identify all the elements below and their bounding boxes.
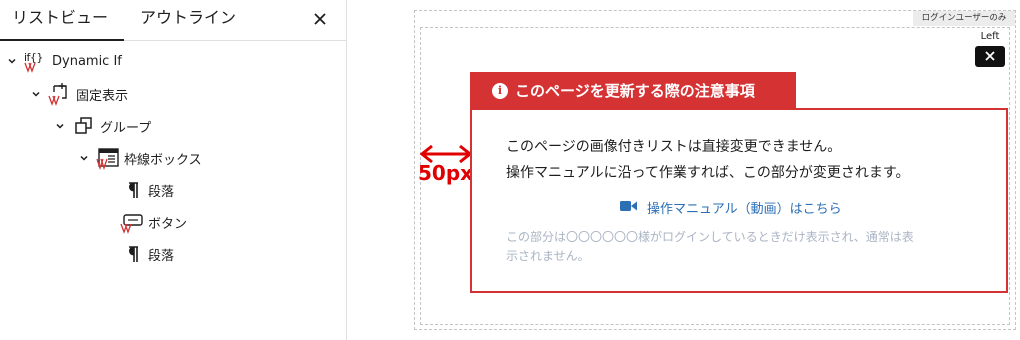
chevron-down-icon[interactable] <box>78 152 90 164</box>
close-icon[interactable] <box>310 9 330 29</box>
info-icon: i <box>492 82 508 99</box>
login-only-badge: ログインユーザーのみ <box>913 11 1015 26</box>
tree-item-group[interactable]: グループ <box>54 113 151 139</box>
list-view-panel: リストビュー アウトライン if{} Dynamic If 固定表示 グループ … <box>0 0 347 340</box>
video-camera-icon <box>620 200 637 216</box>
position-label: Left <box>980 31 1000 42</box>
manual-link-text: 操作マニュアル（動画）はこちら <box>647 202 842 217</box>
tree-item-bordered-box[interactable]: 枠線ボックス <box>78 145 202 171</box>
tree-item-label: 枠線ボックス <box>124 152 202 168</box>
tree-item-label: Dynamic If <box>52 53 122 69</box>
active-tab-indicator <box>0 39 124 41</box>
chevron-down-icon[interactable] <box>54 120 66 132</box>
tab-outline[interactable]: アウトライン <box>140 0 236 41</box>
login-only-note-line-1: この部分は〇〇〇〇〇〇様がログインしているときだけ表示され、通常は表 <box>506 230 914 244</box>
login-only-note-line-2: 示されません。 <box>506 249 590 263</box>
tree-item-paragraph[interactable]: 段落 <box>120 177 174 203</box>
tree-item-dynamic-if[interactable]: if{} Dynamic If <box>6 48 122 74</box>
spacing-label: 50px <box>418 161 474 185</box>
chevron-down-icon[interactable] <box>30 88 42 100</box>
bordered-box-icon <box>96 146 120 170</box>
panel-tabs: リストビュー アウトライン <box>0 0 346 41</box>
button-icon <box>120 210 144 234</box>
notice-title-bar: i このページを更新する際の注意事項 <box>470 72 796 109</box>
tree-item-label: グループ <box>100 120 152 136</box>
close-icon <box>984 47 996 66</box>
notice-box[interactable]: このページの画像付きリストは直接変更できません。 操作マニュアルに沿って作業すれ… <box>470 108 1008 293</box>
chevron-down-icon[interactable] <box>6 55 18 67</box>
group-icon <box>72 114 96 138</box>
tree-item-label: ボタン <box>148 216 188 232</box>
tree-item-paragraph[interactable]: 段落 <box>120 241 174 267</box>
tree-item-label: 段落 <box>148 184 175 200</box>
close-button[interactable] <box>975 46 1005 67</box>
dynamic-if-icon: if{} <box>24 49 48 73</box>
notice-text-line-2: 操作マニュアルに沿って作業すれば、この部分が変更されます。 <box>506 165 910 181</box>
paragraph-icon <box>120 178 144 202</box>
notice-title: このページを更新する際の注意事項 <box>515 82 755 100</box>
paragraph-icon <box>120 242 144 266</box>
tab-list-view[interactable]: リストビュー <box>12 0 108 41</box>
notice-text-line-1: このページの画像付きリストは直接変更できません。 <box>506 139 842 155</box>
tree-item-button[interactable]: ボタン <box>120 209 187 235</box>
fixed-display-icon <box>48 82 72 106</box>
tree-item-fixed-display[interactable]: 固定表示 <box>30 81 128 107</box>
manual-video-link[interactable]: 操作マニュアル（動画）はこちら <box>620 198 842 217</box>
tree-item-label: 段落 <box>148 248 175 264</box>
tree-item-label: 固定表示 <box>76 88 129 104</box>
